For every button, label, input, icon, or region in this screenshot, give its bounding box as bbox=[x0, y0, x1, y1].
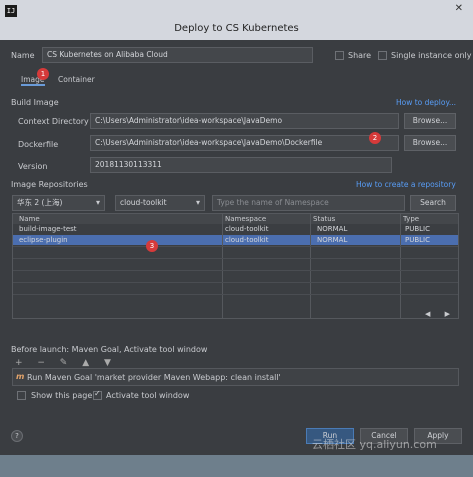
namespace-select[interactable]: cloud-toolkit bbox=[115, 195, 205, 211]
row-divider bbox=[13, 270, 458, 271]
name-label: Name bbox=[11, 51, 35, 60]
dialog-title: Deploy to CS Kubernetes bbox=[174, 23, 299, 34]
close-icon[interactable]: ✕ bbox=[455, 3, 463, 14]
share-checkbox[interactable] bbox=[335, 51, 344, 60]
row-namespace: cloud-toolkit bbox=[225, 225, 269, 233]
dockerfile-browse-button[interactable]: Browse... bbox=[404, 135, 456, 151]
row-status: NORMAL bbox=[317, 236, 348, 244]
row-namespace: cloud-toolkit bbox=[225, 236, 269, 244]
before-launch-label[interactable]: Before launch: Maven Goal, Activate tool… bbox=[11, 345, 207, 354]
table-row-selected[interactable]: eclipse-plugin cloud-toolkit NORMAL PUBL… bbox=[13, 235, 458, 245]
row-name: build-image-test bbox=[19, 225, 77, 233]
how-to-deploy-link[interactable]: How to deploy... bbox=[396, 98, 456, 107]
before-launch-task-list: m Run Maven Goal 'market provider Maven … bbox=[12, 368, 459, 386]
column-divider bbox=[400, 214, 401, 318]
context-browse-button[interactable]: Browse... bbox=[404, 113, 456, 129]
row-divider bbox=[13, 246, 458, 247]
tab-container[interactable]: Container bbox=[58, 75, 95, 84]
namespace-search-input[interactable]: Type the name of Namespace bbox=[212, 195, 405, 211]
single-instance-label: Single instance only bbox=[391, 51, 472, 60]
search-button[interactable]: Search bbox=[410, 195, 456, 211]
column-divider bbox=[310, 214, 311, 318]
callout-badge-3: 3 bbox=[146, 240, 158, 252]
how-to-create-repository-link[interactable]: How to create a repository bbox=[356, 180, 456, 189]
column-header-status[interactable]: Status bbox=[313, 215, 335, 223]
callout-badge-2: 2 bbox=[369, 132, 381, 144]
title-bar: IJ Deploy to CS Kubernetes ✕ bbox=[0, 0, 473, 40]
row-type: PUBLIC bbox=[405, 225, 430, 233]
before-launch-toolbar[interactable]: + − ✎ ▲ ▼ bbox=[15, 358, 117, 368]
maven-icon: m bbox=[16, 372, 25, 381]
activate-tool-window-label: Activate tool window bbox=[106, 391, 190, 400]
build-image-section: Build Image bbox=[11, 98, 59, 107]
row-type: PUBLIC bbox=[405, 236, 430, 244]
single-instance-checkbox[interactable] bbox=[378, 51, 387, 60]
region-select[interactable]: 华东 2 (上海) bbox=[12, 195, 105, 211]
column-divider bbox=[222, 214, 223, 318]
app-icon: IJ bbox=[5, 5, 17, 17]
maven-task-item[interactable]: Run Maven Goal 'market provider Maven We… bbox=[27, 373, 281, 382]
column-header-namespace[interactable]: Namespace bbox=[225, 215, 266, 223]
table-header: Name Namespace Status Type bbox=[13, 214, 458, 224]
context-directory-label: Context Directory bbox=[18, 117, 89, 126]
image-repositories-section: Image Repositories bbox=[11, 180, 88, 189]
row-divider bbox=[13, 282, 458, 283]
row-status: NORMAL bbox=[317, 225, 348, 233]
deploy-dialog: IJ Deploy to CS Kubernetes ✕ Name CS Kub… bbox=[0, 0, 473, 477]
share-label: Share bbox=[348, 51, 372, 60]
repositories-table: Name Namespace Status Type build-image-t… bbox=[12, 213, 459, 319]
table-row[interactable]: build-image-test cloud-toolkit NORMAL PU… bbox=[13, 224, 458, 234]
bottom-strip bbox=[0, 455, 473, 477]
context-directory-field[interactable]: C:\Users\Administrator\idea-workspace\Ja… bbox=[90, 113, 399, 129]
column-header-name[interactable]: Name bbox=[19, 215, 40, 223]
row-divider bbox=[13, 294, 458, 295]
callout-badge-1: 1 bbox=[37, 68, 49, 80]
version-label: Version bbox=[18, 162, 48, 171]
help-icon[interactable]: ? bbox=[11, 430, 23, 442]
watermark: 云栖社区 yq.aliyun.com bbox=[312, 438, 437, 451]
dockerfile-field[interactable]: C:\Users\Administrator\idea-workspace\Ja… bbox=[90, 135, 399, 151]
name-field[interactable]: CS Kubernetes on Alibaba Cloud bbox=[42, 47, 313, 63]
version-field[interactable]: 20181130113311 bbox=[90, 157, 392, 173]
row-name: eclipse-plugin bbox=[19, 236, 68, 244]
show-page-label: Show this page bbox=[31, 391, 93, 400]
dockerfile-label: Dockerfile bbox=[18, 140, 59, 149]
show-page-checkbox[interactable] bbox=[17, 391, 26, 400]
table-pager-arrows[interactable]: ◀ ▶ bbox=[425, 310, 456, 318]
activate-tool-window-checkbox[interactable] bbox=[93, 389, 102, 400]
row-divider bbox=[13, 258, 458, 259]
column-header-type[interactable]: Type bbox=[403, 215, 419, 223]
